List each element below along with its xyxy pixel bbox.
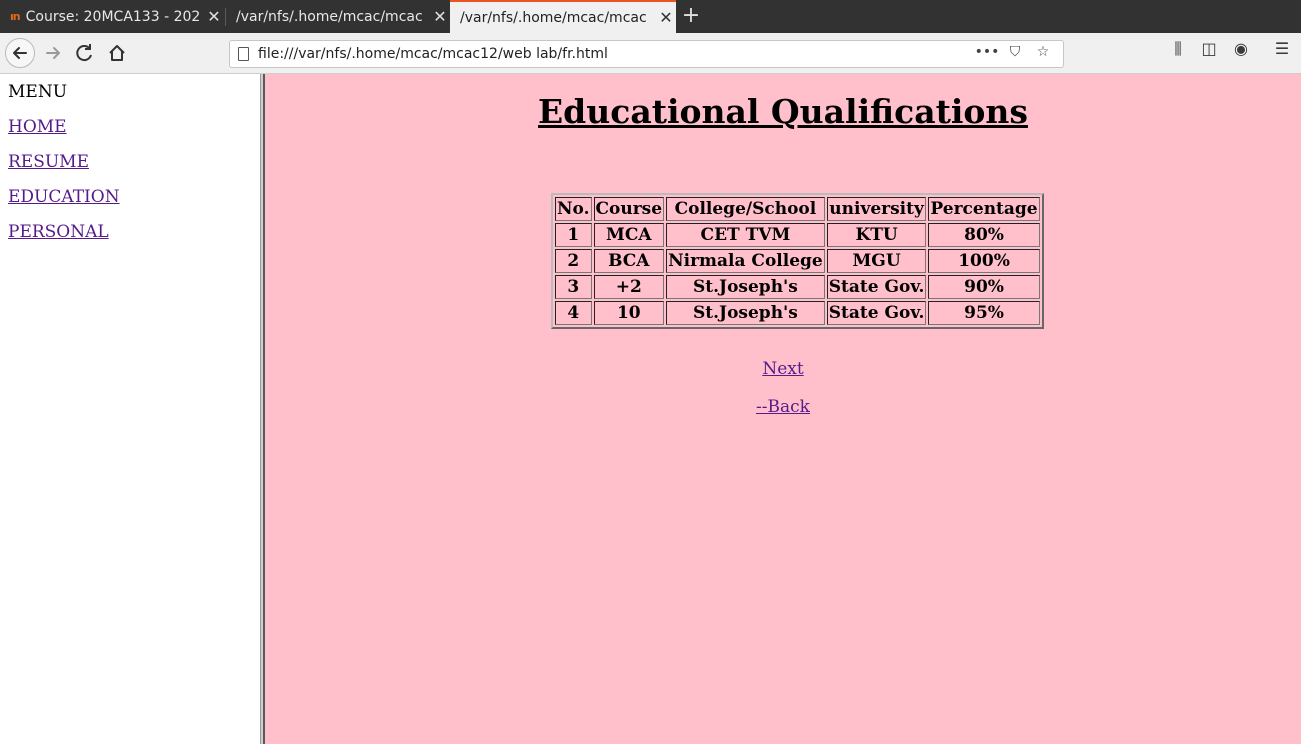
back-link[interactable]: --Back: [756, 397, 810, 417]
table-cell: 2: [555, 249, 592, 273]
tab-file-1[interactable]: /var/nfs/.home/mcac/mcac ✕: [226, 0, 450, 33]
close-icon[interactable]: ✕: [430, 7, 450, 26]
table-cell: 100%: [928, 249, 1040, 273]
content-frame: Educational Qualifications No. Course Co…: [265, 74, 1301, 744]
table-row: 1 MCA CET TVM KTU 80%: [555, 223, 1040, 247]
menu-link-education[interactable]: EDUCATION: [8, 187, 120, 207]
star-icon[interactable]: ☆: [1029, 44, 1057, 60]
table-cell: MCA: [593, 223, 665, 247]
menu-link-resume[interactable]: RESUME: [8, 152, 89, 172]
table-cell: BCA: [593, 249, 665, 273]
new-tab-button[interactable]: +: [680, 3, 702, 29]
tab-label: Course: 20MCA133 - 202: [25, 8, 201, 25]
tab-label: /var/nfs/.home/mcac/mcac: [460, 9, 647, 26]
back-link-container: --Back: [265, 397, 1301, 417]
account-icon[interactable]: ◉: [1228, 39, 1254, 58]
table-row: 3 +2 St.Joseph's State Gov. 90%: [555, 275, 1040, 299]
back-button[interactable]: [5, 38, 35, 68]
table-cell: 80%: [928, 223, 1040, 247]
table-cell: 1: [555, 223, 592, 247]
table-cell: CET TVM: [666, 223, 825, 247]
home-icon: [109, 45, 125, 61]
page-icon: [238, 47, 249, 61]
pocket-icon[interactable]: ⛉: [1001, 44, 1029, 60]
table-header: College/School: [666, 197, 825, 221]
url-bar[interactable]: file:///var/nfs/.home/mcac/mcac12/web la…: [229, 40, 1064, 68]
close-icon[interactable]: ✕: [656, 8, 676, 27]
hamburger-menu-icon[interactable]: ☰: [1269, 39, 1295, 58]
tab-file-active[interactable]: /var/nfs/.home/mcac/mcac ✕: [450, 0, 676, 33]
arrow-left-icon: [13, 47, 27, 59]
table-header: No.: [555, 197, 592, 221]
library-icon[interactable]: ⫼: [1165, 39, 1191, 59]
table-cell: +2: [593, 275, 665, 299]
table-cell: 10: [593, 301, 665, 325]
qualifications-table: No. Course College/School university Per…: [551, 193, 1044, 329]
arrow-right-icon: [46, 47, 60, 59]
table-cell: St.Joseph's: [666, 301, 825, 325]
table-cell: Nirmala College: [666, 249, 825, 273]
table-header: Percentage: [928, 197, 1040, 221]
table-cell: 90%: [928, 275, 1040, 299]
home-button[interactable]: [102, 38, 132, 68]
more-icon[interactable]: •••: [973, 44, 1001, 60]
tab-strip: ın Course: 20MCA133 - 202 ✕ /var/nfs/.ho…: [0, 0, 1301, 33]
table-cell: State Gov.: [826, 301, 927, 325]
table-cell: KTU: [826, 223, 927, 247]
table-cell: 4: [555, 301, 592, 325]
reload-button[interactable]: [70, 38, 100, 68]
close-icon[interactable]: ✕: [204, 7, 224, 26]
moodle-icon: ın: [10, 10, 21, 23]
table-header: Course: [593, 197, 665, 221]
table-cell: State Gov.: [826, 275, 927, 299]
table-header: university: [826, 197, 927, 221]
reload-icon: [76, 44, 92, 62]
table-row: 4 10 St.Joseph's State Gov. 95%: [555, 301, 1040, 325]
next-link-container: Next: [265, 359, 1301, 379]
table-cell: 95%: [928, 301, 1040, 325]
menu-title: MENU: [8, 82, 68, 102]
url-text[interactable]: file:///var/nfs/.home/mcac/mcac12/web la…: [258, 46, 608, 62]
table-header-row: No. Course College/School university Per…: [555, 197, 1040, 221]
table-row: 2 BCA Nirmala College MGU 100%: [555, 249, 1040, 273]
table-cell: MGU: [826, 249, 927, 273]
menu-link-home[interactable]: HOME: [8, 117, 67, 137]
sidebar-icon[interactable]: ◫: [1196, 39, 1222, 58]
menu-frame: MENU HOME RESUME EDUCATION PERSONAL: [0, 74, 260, 744]
forward-button[interactable]: [38, 38, 68, 68]
tab-course[interactable]: ın Course: 20MCA133 - 202 ✕: [0, 0, 224, 33]
tab-label: /var/nfs/.home/mcac/mcac: [236, 8, 423, 25]
next-link[interactable]: Next: [762, 359, 803, 379]
navigation-toolbar: file:///var/nfs/.home/mcac/mcac12/web la…: [0, 33, 1301, 74]
page-title: Educational Qualifications: [538, 92, 1028, 131]
menu-link-personal[interactable]: PERSONAL: [8, 222, 109, 242]
table-cell: 3: [555, 275, 592, 299]
table-cell: St.Joseph's: [666, 275, 825, 299]
